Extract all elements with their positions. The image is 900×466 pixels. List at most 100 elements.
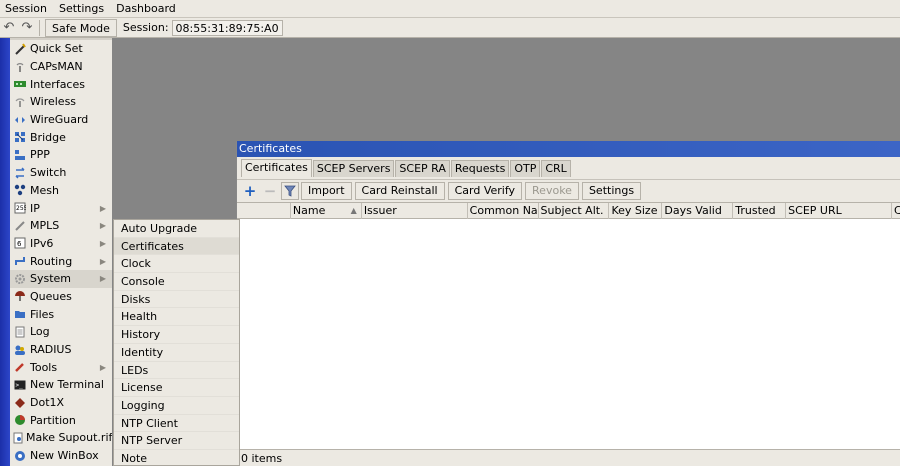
sidebar-item-capsman[interactable]: CAPsMAN [10, 58, 112, 76]
menu-dashboard[interactable]: Dashboard [110, 0, 182, 18]
submenu-item-health[interactable]: Health [114, 308, 239, 327]
submenu-item-ntp-client[interactable]: NTP Client [114, 415, 239, 433]
sidebar-item-label: Partition [30, 413, 76, 427]
tab-bar: Certificates SCEP Servers SCEP RA Reques… [237, 159, 900, 177]
tab-crl[interactable]: CRL [541, 160, 571, 177]
wireless-icon [12, 95, 28, 109]
submenu-item-note[interactable]: Note [114, 450, 239, 466]
sidebar-item-new-winbox[interactable]: New WinBox [10, 447, 112, 465]
revoke-button[interactable]: Revoke [525, 181, 579, 200]
system-gear-icon [12, 272, 28, 286]
submenu-item-auto-upgrade[interactable]: Auto Upgrade [114, 220, 239, 238]
submenu-item-leds[interactable]: LEDs [114, 362, 239, 380]
sidebar-item-label: Bridge [30, 130, 66, 144]
submenu-item-console[interactable]: Console [114, 273, 239, 291]
sidebar-item-partition[interactable]: Partition [10, 411, 112, 429]
sidebar-item-label: New Terminal [30, 378, 104, 392]
card-reinstall-button[interactable]: Card Reinstall [354, 181, 445, 200]
sidebar: Quick Set CAPsMAN Interfaces Wireless Wi… [10, 40, 112, 466]
sidebar-item-wireless[interactable]: Wireless [10, 93, 112, 111]
svg-text:255: 255 [16, 205, 26, 212]
sidebar-item-label: MPLS [30, 219, 60, 233]
sidebar-item-ipv6[interactable]: 6 IPv6 ▶ [10, 235, 112, 253]
card-verify-button[interactable]: Card Verify [447, 181, 523, 200]
sort-ascending-icon: ▲ [350, 206, 357, 215]
minus-icon[interactable]: − [261, 182, 279, 200]
col-header-issuer[interactable]: Issuer [362, 203, 468, 219]
sidebar-item-log[interactable]: Log [10, 323, 112, 341]
import-button[interactable]: Import [301, 181, 352, 200]
sidebar-item-new-terminal[interactable]: >_ New Terminal [10, 376, 112, 394]
submenu-item-certificates[interactable]: Certificates [114, 237, 239, 256]
certificates-table[interactable]: Name ▲ Issuer Common Name Subject Alt. N.… [237, 202, 900, 449]
sidebar-item-label: Routing [30, 254, 73, 268]
sidebar-item-label: System [30, 272, 72, 286]
col-header-days-valid[interactable]: Days Valid [662, 203, 734, 219]
sidebar-item-label: Wireless [30, 95, 77, 109]
submenu-item-history[interactable]: History [114, 326, 239, 344]
sidebar-item-label: Dot1X [30, 396, 65, 410]
antenna-icon [12, 60, 28, 74]
wireguard-icon [12, 113, 28, 127]
terminal-icon: >_ [12, 378, 28, 392]
supout-icon [12, 431, 24, 445]
interfaces-icon [12, 77, 28, 91]
toolbar-divider [39, 19, 40, 36]
col-header-scep-url[interactable]: SCEP URL [786, 203, 893, 219]
chevron-right-icon: ▶ [99, 203, 106, 213]
col-header-ca[interactable]: Ca [892, 203, 900, 219]
mesh-icon [12, 183, 28, 197]
col-header-flags[interactable] [237, 203, 291, 219]
sidebar-item-system[interactable]: System ▶ [10, 269, 112, 288]
window-title[interactable]: Certificates [237, 141, 900, 157]
submenu-item-clock[interactable]: Clock [114, 255, 239, 274]
sidebar-item-quick-set[interactable]: Quick Set [10, 40, 112, 58]
safe-mode-button[interactable]: Safe Mode [45, 18, 117, 37]
sidebar-item-files[interactable]: Files [10, 305, 112, 323]
menu-settings[interactable]: Settings [53, 0, 110, 18]
sidebar-item-wireguard[interactable]: WireGuard [10, 111, 112, 129]
submenu-item-ntp-server[interactable]: NTP Server [114, 432, 239, 450]
sidebar-item-mpls[interactable]: MPLS ▶ [10, 217, 112, 235]
sidebar-item-label: RADIUS [30, 343, 72, 357]
tab-requests[interactable]: Requests [450, 160, 510, 177]
settings-button[interactable]: Settings [581, 181, 642, 200]
menu-session[interactable]: Session [0, 0, 53, 18]
col-header-common-name[interactable]: Common Name [468, 203, 539, 219]
col-header-key-size[interactable]: Key Size [609, 203, 663, 219]
sidebar-item-label: Interfaces [30, 77, 85, 91]
sidebar-item-label: WireGuard [30, 113, 89, 127]
sidebar-item-radius[interactable]: RADIUS [10, 341, 112, 359]
submenu-item-disks[interactable]: Disks [114, 291, 239, 309]
sidebar-item-ip[interactable]: 255 IP ▶ [10, 199, 112, 217]
sidebar-item-tools[interactable]: Tools ▶ [10, 358, 112, 376]
sidebar-item-interfaces[interactable]: Interfaces [10, 75, 112, 93]
session-label: Session: [122, 21, 169, 34]
filter-icon[interactable] [281, 181, 299, 200]
col-header-name[interactable]: Name ▲ [291, 203, 362, 219]
submenu-item-logging[interactable]: Logging [114, 397, 239, 415]
system-submenu: Auto Upgrade Certificates Clock Console … [113, 219, 240, 466]
sidebar-item-mesh[interactable]: Mesh [10, 182, 112, 200]
sidebar-item-switch[interactable]: Switch [10, 164, 112, 182]
submenu-item-identity[interactable]: Identity [114, 344, 239, 362]
tab-scep-ra[interactable]: SCEP RA [395, 160, 450, 177]
redo-icon[interactable]: ↷ [18, 19, 36, 37]
sidebar-item-routing[interactable]: Routing ▶ [10, 252, 112, 270]
sidebar-item-queues[interactable]: Queues [10, 288, 112, 306]
sidebar-item-dot1x[interactable]: Dot1X [10, 394, 112, 412]
winbox-side-banner [0, 38, 10, 466]
sidebar-item-ppp[interactable]: PPP [10, 146, 112, 164]
tab-certificates[interactable]: Certificates [241, 159, 312, 177]
col-header-trusted[interactable]: Trusted [733, 203, 787, 219]
plus-icon[interactable]: + [241, 182, 259, 200]
svg-text:6: 6 [17, 240, 22, 248]
tab-otp[interactable]: OTP [510, 160, 541, 177]
sidebar-item-bridge[interactable]: Bridge [10, 128, 112, 146]
sidebar-item-make-supout[interactable]: Make Supout.rif [10, 429, 112, 447]
col-header-subject-alt-name[interactable]: Subject Alt. N... [539, 203, 610, 219]
undo-icon[interactable]: ↶ [0, 19, 18, 37]
tab-scep-servers[interactable]: SCEP Servers [312, 160, 395, 177]
submenu-item-license[interactable]: License [114, 379, 239, 397]
winbox-icon [12, 449, 28, 463]
